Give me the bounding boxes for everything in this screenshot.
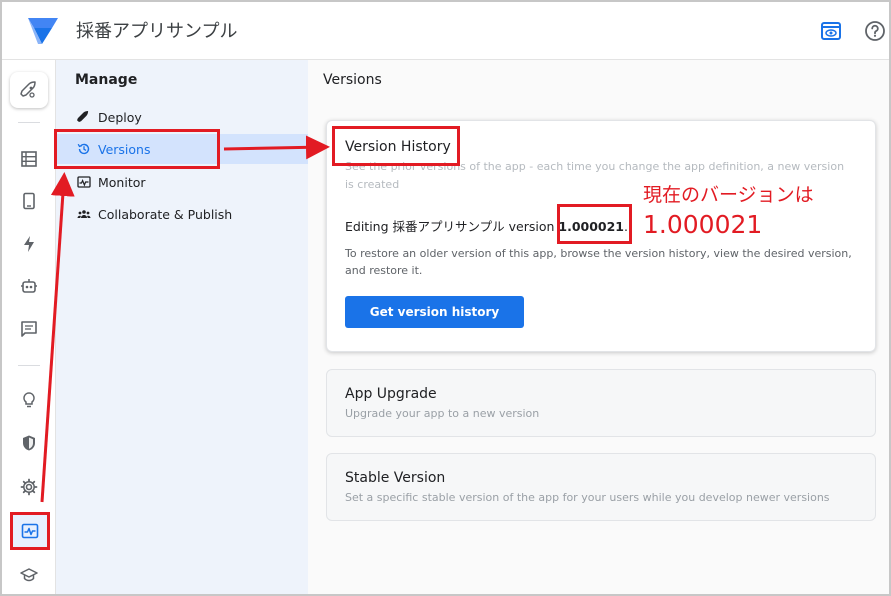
- appsheet-logo-icon[interactable]: [26, 14, 60, 46]
- nav-item-label: Monitor: [98, 174, 146, 190]
- nav-item-label: Deploy: [98, 109, 142, 125]
- page-title: Versions: [323, 72, 382, 88]
- rail-divider: [18, 122, 40, 123]
- app-upgrade-card[interactable]: App Upgrade Upgrade your app to a new ve…: [326, 369, 876, 437]
- highlight-box-versions-nav: [54, 129, 220, 169]
- app-frame: 採番アプリサンプル Manage Deploy Versions Monitor…: [0, 0, 891, 596]
- top-header: 採番アプリサンプル: [2, 2, 889, 60]
- app-title: 採番アプリサンプル: [76, 21, 238, 42]
- highlight-box-version-number: [557, 204, 632, 244]
- monitor-icon: [76, 174, 92, 190]
- stable-version-title: Stable Version: [345, 470, 446, 486]
- nav-item-label: Collaborate & Publish: [98, 206, 233, 222]
- bot-icon[interactable]: [16, 273, 42, 299]
- app-upgrade-subtitle: Upgrade your app to a new version: [345, 407, 540, 420]
- rocket-icon[interactable]: [10, 72, 48, 108]
- editing-prefix: Editing 採番アプリサンプル version: [345, 219, 559, 234]
- data-icon[interactable]: [16, 146, 42, 172]
- highlight-box-version-history: [332, 126, 460, 166]
- get-version-history-button[interactable]: Get version history: [345, 296, 524, 328]
- nav-item-deploy[interactable]: Deploy: [56, 102, 308, 132]
- restore-instructions: To restore an older version of this app,…: [345, 247, 852, 277]
- views-icon[interactable]: [16, 188, 42, 214]
- eye-preview-icon[interactable]: [820, 20, 842, 42]
- annotation-line-2: 1.000021: [643, 210, 763, 239]
- nav-item-monitor[interactable]: Monitor: [56, 167, 308, 197]
- annotation-line-1: 現在のバージョンは: [643, 184, 814, 206]
- chat-icon[interactable]: [16, 316, 42, 342]
- intelligence-icon[interactable]: [16, 387, 42, 413]
- nav-item-collaborate-publish[interactable]: Collaborate & Publish: [56, 199, 308, 229]
- stable-version-card[interactable]: Stable Version Set a specific stable ver…: [326, 453, 876, 521]
- settings-icon[interactable]: [16, 474, 42, 500]
- people-icon: [76, 206, 92, 222]
- nav-heading: Manage: [75, 72, 138, 88]
- annotation-callout: 現在のバージョンは 1.000021: [643, 180, 814, 240]
- automation-icon[interactable]: [16, 231, 42, 257]
- rail-divider: [18, 365, 40, 366]
- security-icon[interactable]: [16, 430, 42, 456]
- rocket-icon: [76, 109, 92, 125]
- manage-icon[interactable]: [10, 512, 50, 550]
- learn-icon[interactable]: [16, 562, 42, 588]
- stable-version-subtitle: Set a specific stable version of the app…: [345, 491, 830, 504]
- help-icon[interactable]: [864, 20, 886, 42]
- app-upgrade-title: App Upgrade: [345, 386, 437, 402]
- left-rail: [2, 60, 56, 594]
